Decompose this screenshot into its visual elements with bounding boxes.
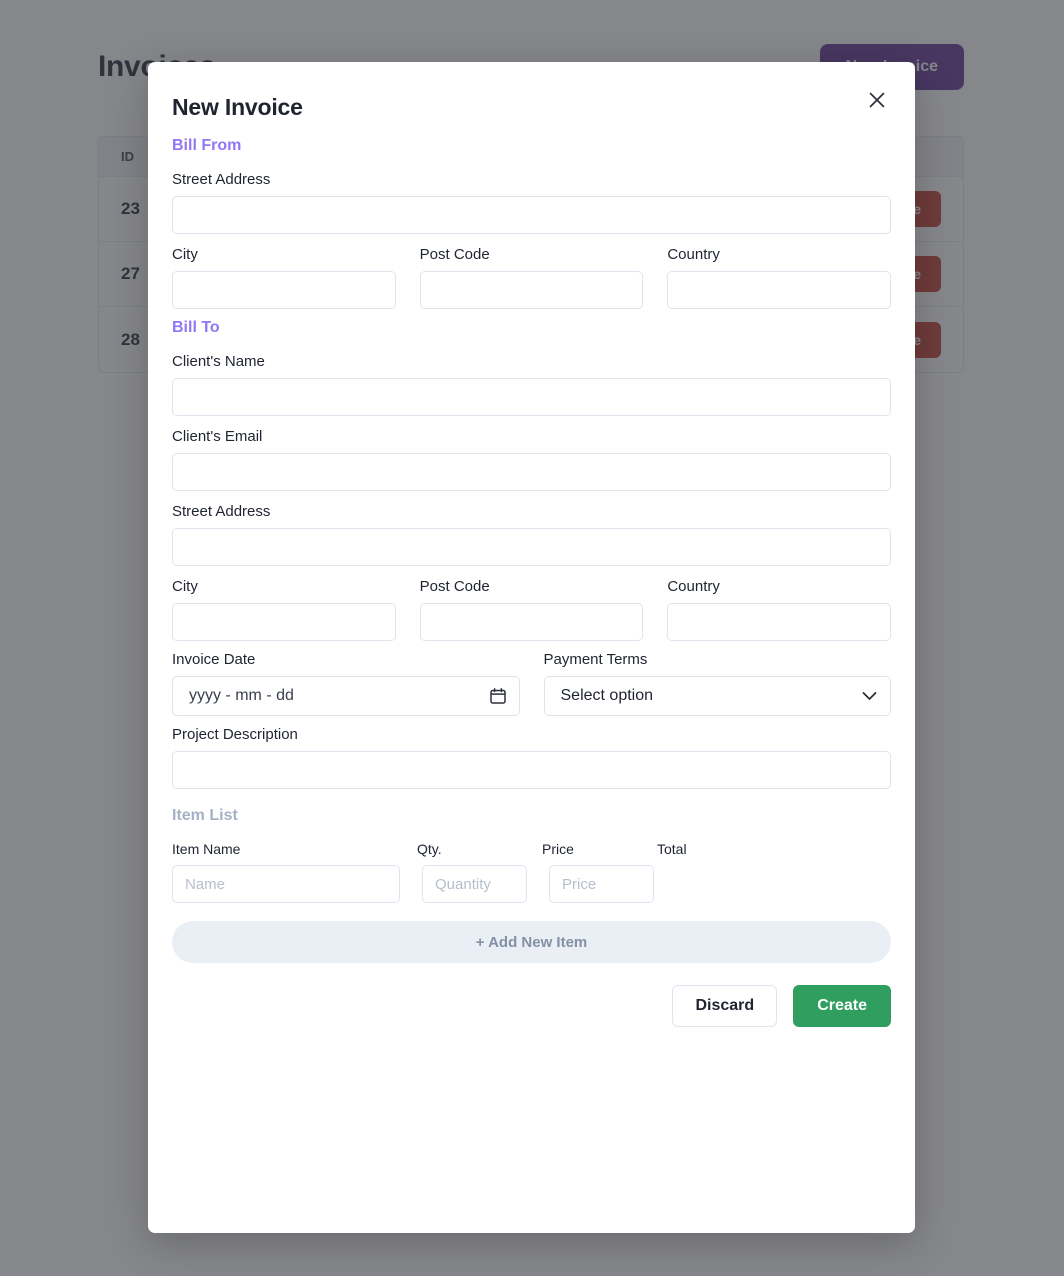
item-list-header: Item Name Qty. Price Total [172,841,891,857]
modal-header: New Invoice [172,86,891,121]
close-icon[interactable] [863,86,891,114]
bill-from-post-code-field: Post Code [419,246,644,309]
item-total-value [676,865,891,903]
bill-to-street-address-label: Street Address [172,503,271,520]
bill-from-city-label: City [172,246,198,263]
bill-to-country-input[interactable] [667,603,892,641]
bill-to-section-label: Bill To [172,319,220,336]
bill-to-street-address-input[interactable] [172,528,891,566]
payment-terms-label: Payment Terms [543,651,648,668]
item-qty-cell [422,865,527,903]
bill-to-city-label: City [172,578,198,595]
add-new-item-button[interactable]: + Add New Item [172,921,891,963]
client-name-field: Client's Name [172,353,891,416]
invoice-date-input[interactable]: yyyy - mm - dd [172,676,520,716]
item-list-row [172,865,891,903]
bill-from-country-label: Country [667,246,720,263]
chevron-down-icon [862,691,877,701]
date-terms-row: Invoice Date yyyy - mm - dd Payment Term… [172,651,891,716]
new-invoice-modal: New Invoice Bill From Street Address Cit… [148,62,915,1233]
bill-from-post-code-label: Post Code [419,246,490,263]
client-email-input[interactable] [172,453,891,491]
project-description-input[interactable] [172,751,891,789]
bill-from-country-field: Country [667,246,892,309]
calendar-icon[interactable] [489,687,506,705]
item-column-header-name: Item Name [172,841,241,857]
item-column-header-qty: Qty. [417,841,442,857]
create-button[interactable]: Create [793,985,891,1027]
item-column-header-total: Total [657,841,687,857]
bill-to-city-field: City [172,578,396,641]
item-column-header-price: Price [542,841,574,857]
modal-footer: Discard Create [172,985,891,1035]
bill-from-section-label: Bill From [172,137,242,154]
bill-to-post-code-field: Post Code [419,578,644,641]
payment-terms-select[interactable]: Select option [543,676,891,716]
item-price-cell [549,865,654,903]
client-name-input[interactable] [172,378,891,416]
item-list-section-label: Item List [172,807,238,824]
bill-to-city-input[interactable] [172,603,396,641]
bill-to-country-label: Country [667,578,720,595]
bill-from-post-code-input[interactable] [419,271,644,309]
discard-button[interactable]: Discard [672,985,778,1027]
item-name-cell [172,865,400,903]
item-qty-input[interactable] [422,865,527,903]
item-name-input[interactable] [172,865,400,903]
project-description-field: Project Description [172,726,891,789]
project-description-label: Project Description [172,726,298,743]
bill-from-street-address-field: Street Address [172,171,891,234]
invoice-date-label: Invoice Date [172,651,256,668]
bill-from-country-input[interactable] [667,271,892,309]
bill-from-street-address-input[interactable] [172,196,891,234]
modal-title: New Invoice [172,94,303,120]
bill-from-street-address-label: Street Address [172,171,271,188]
bill-to-location-row: City Post Code Country [172,578,892,641]
bill-from-city-field: City [172,246,396,309]
bill-to-post-code-label: Post Code [419,578,490,595]
invoice-date-display: yyyy - mm - dd [172,676,520,716]
client-email-field: Client's Email [172,428,891,491]
payment-terms-field: Payment Terms Select option [543,651,891,716]
bill-to-country-field: Country [667,578,892,641]
client-email-label: Client's Email [172,428,263,445]
invoice-date-field: Invoice Date yyyy - mm - dd [172,651,520,716]
item-price-input[interactable] [549,865,654,903]
bill-to-street-address-field: Street Address [172,503,891,566]
payment-terms-selected-value: Select option [543,676,891,716]
bill-from-location-row: City Post Code Country [172,246,892,309]
bill-to-post-code-input[interactable] [419,603,644,641]
bill-from-city-input[interactable] [172,271,396,309]
client-name-label: Client's Name [172,353,265,370]
